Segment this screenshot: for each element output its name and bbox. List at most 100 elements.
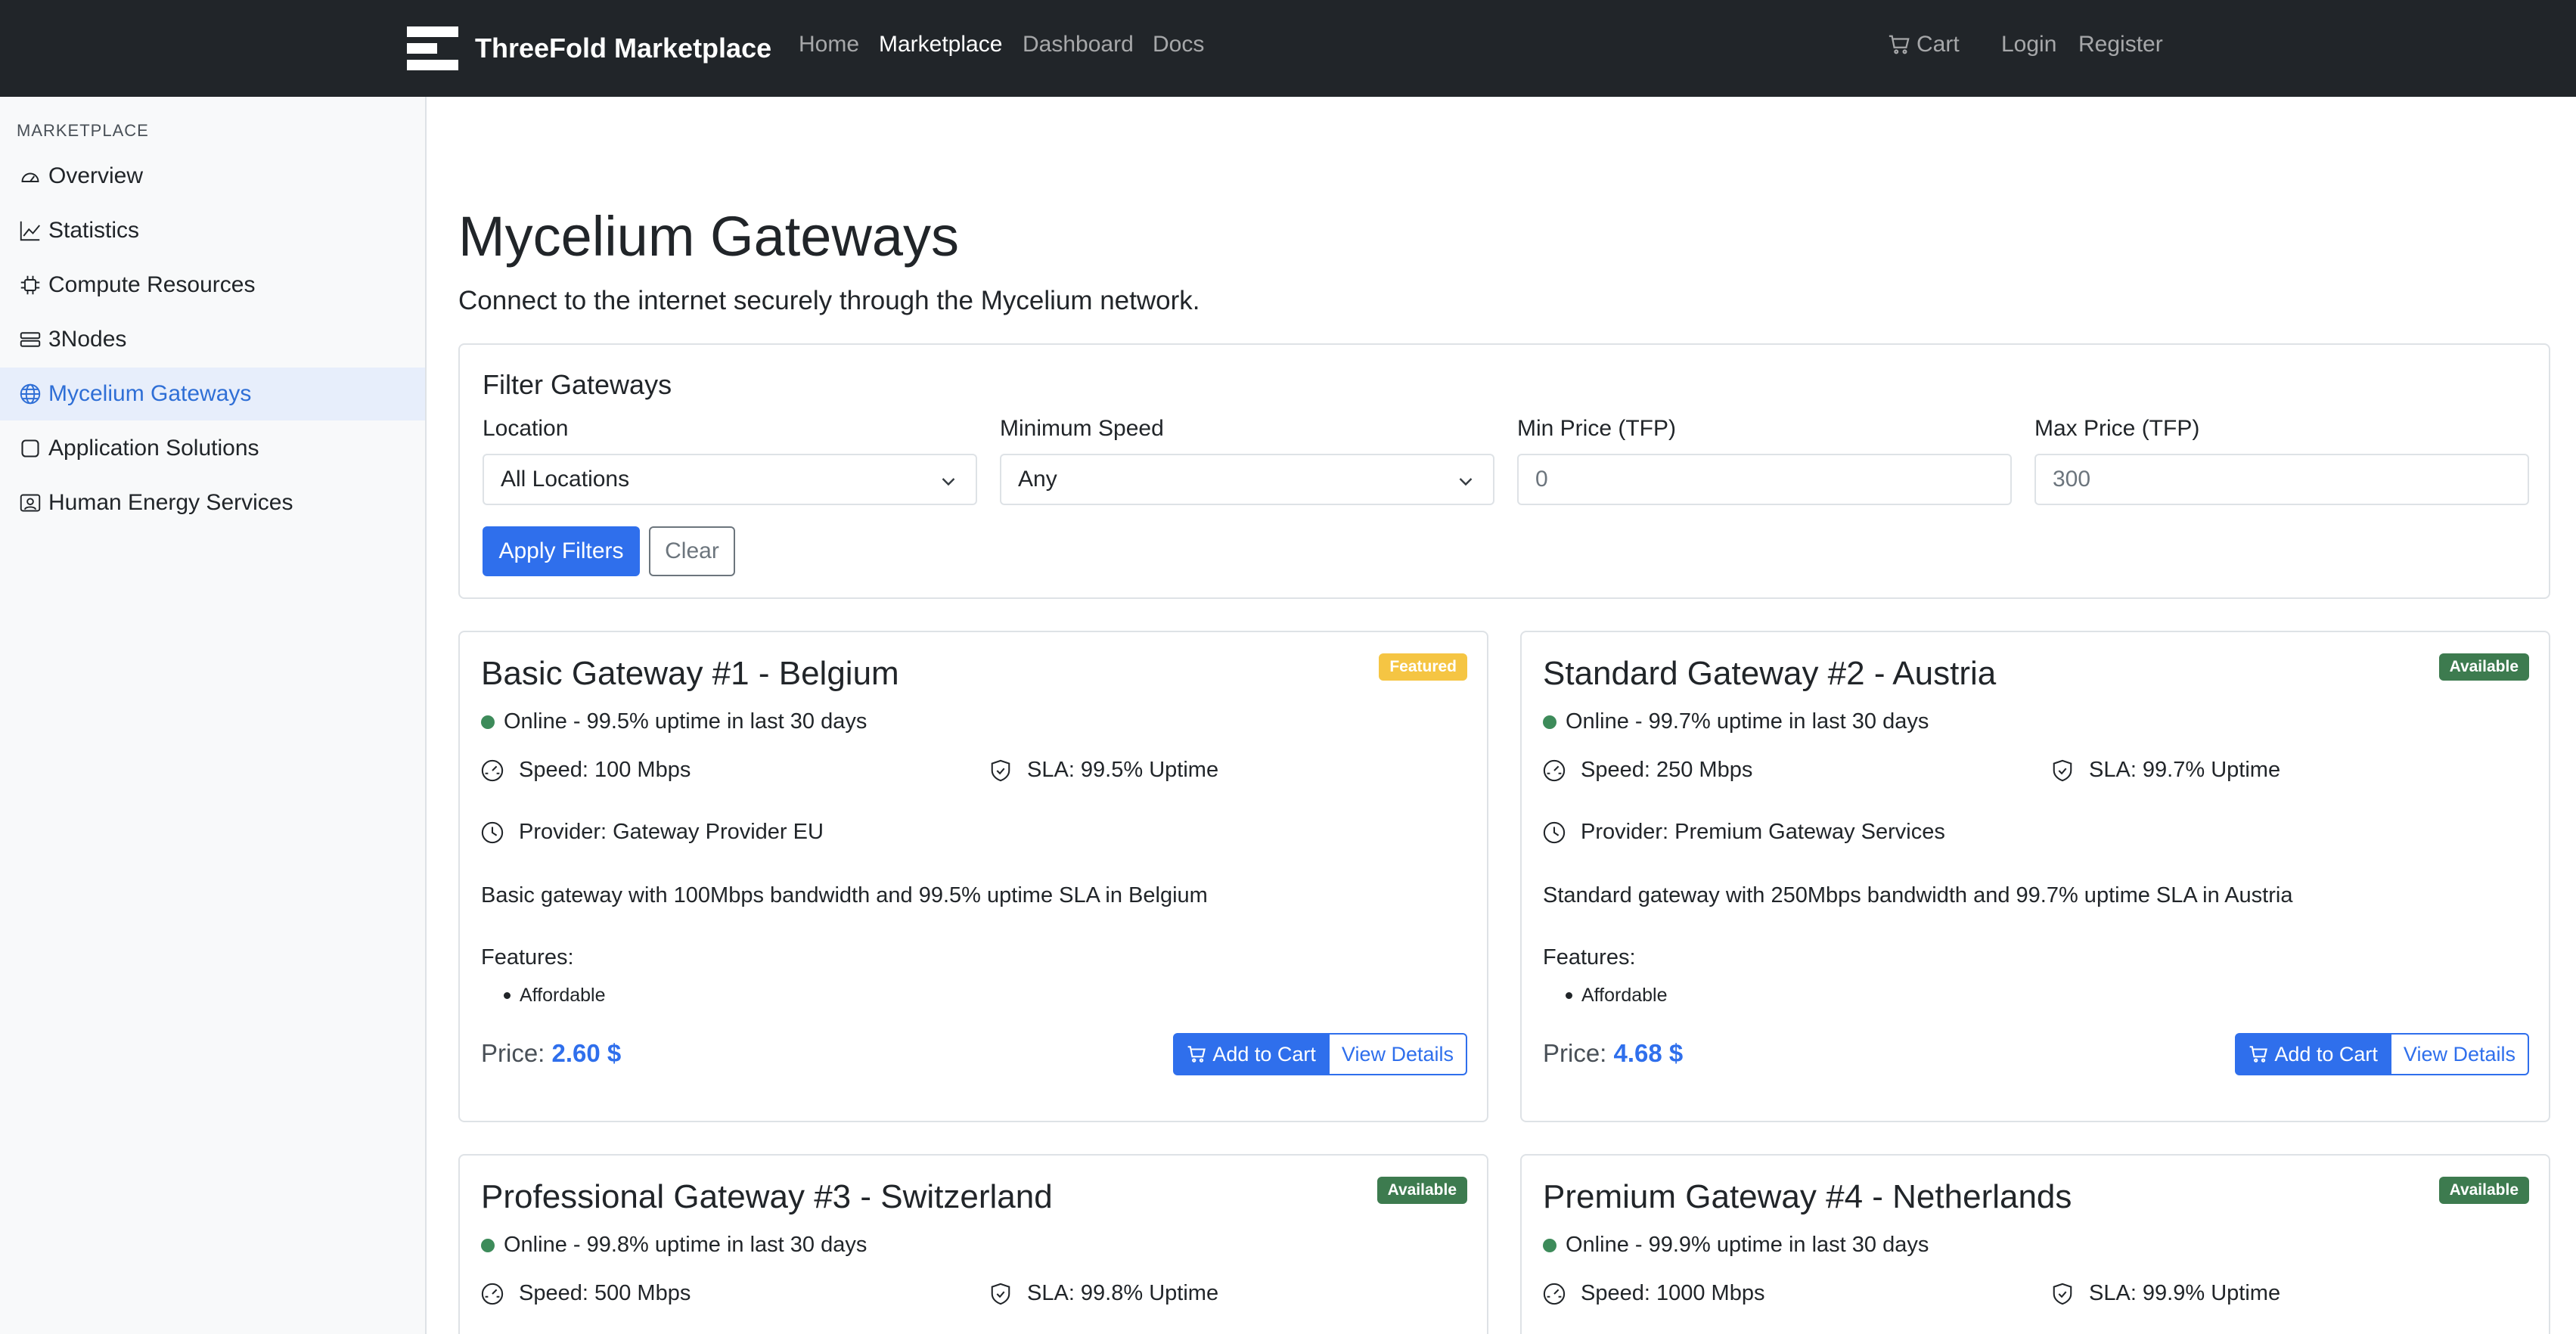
- sidebar-item-compute-resources[interactable]: Compute Resources: [0, 259, 425, 312]
- page-subtitle: Connect to the internet securely through…: [458, 286, 1200, 315]
- clock-icon: [1543, 821, 1566, 843]
- online-dot-icon: [1543, 1238, 1556, 1252]
- speedometer-icon: [481, 1283, 504, 1305]
- sidebar-item-label: Compute Resources: [48, 272, 256, 297]
- sidebar-item-label: Application Solutions: [48, 436, 259, 461]
- shield-check-icon: [991, 759, 1010, 781]
- gateway-speed: Speed: 500 Mbps: [481, 1281, 691, 1306]
- gateway-speed-text: Speed: 1000 Mbps: [1581, 1281, 1765, 1305]
- speedometer-icon: [481, 759, 504, 781]
- nav-docs-link[interactable]: Docs: [1153, 32, 1204, 57]
- gateway-status-text: Online - 99.8% uptime in last 30 days: [504, 1233, 867, 1257]
- min-price-input[interactable]: 0: [1517, 454, 2012, 505]
- card-actions: Add to Cart View Details: [1173, 1033, 1467, 1075]
- sidebar-item-3nodes[interactable]: 3Nodes: [0, 313, 425, 366]
- add-to-cart-label: Add to Cart: [1212, 1042, 1316, 1066]
- cpu-icon: [20, 275, 41, 296]
- gateway-speed: Speed: 1000 Mbps: [1543, 1281, 1764, 1306]
- location-select-value: All Locations: [501, 467, 630, 492]
- apply-filters-button[interactable]: Apply Filters: [483, 526, 640, 576]
- feature-item: Affordable: [504, 985, 606, 1007]
- gateway-sla-text: SLA: 99.7% Uptime: [2089, 758, 2281, 782]
- nav-home-link[interactable]: Home: [799, 32, 859, 57]
- view-details-button[interactable]: View Details: [2391, 1033, 2529, 1075]
- gateway-card: Premium Gateway #4 - Netherlands Availab…: [1520, 1154, 2550, 1334]
- shield-check-icon: [991, 1283, 1010, 1305]
- view-details-button[interactable]: View Details: [1329, 1033, 1467, 1075]
- gateway-status-text: Online - 99.7% uptime in last 30 days: [1566, 709, 1929, 734]
- max-price-input[interactable]: 300: [2034, 454, 2529, 505]
- price-label: Price:: [1543, 1039, 1607, 1067]
- sidebar: MARKETPLACE Overview Statistics Compute …: [0, 97, 427, 1334]
- gateway-price: Price: 2.60 $: [481, 1039, 621, 1068]
- gateway-sla-text: SLA: 99.5% Uptime: [1027, 758, 1219, 782]
- online-dot-icon: [1543, 715, 1556, 729]
- speedometer-icon: [20, 166, 41, 187]
- gateway-sla: SLA: 99.9% Uptime: [2051, 1281, 2280, 1306]
- status-badge: Available: [2438, 653, 2529, 681]
- gateway-speed-text: Speed: 500 Mbps: [519, 1281, 691, 1305]
- sidebar-item-statistics[interactable]: Statistics: [0, 204, 425, 257]
- page-title: Mycelium Gateways: [458, 205, 960, 268]
- gateway-card: Standard Gateway #2 - Austria Available …: [1520, 631, 2550, 1122]
- gateway-status: Online - 99.5% uptime in last 30 days: [481, 709, 867, 734]
- gateway-status: Online - 99.9% uptime in last 30 days: [1543, 1233, 1929, 1258]
- gateway-speed-text: Speed: 100 Mbps: [519, 758, 691, 782]
- sidebar-item-label: Overview: [48, 163, 144, 188]
- gateway-speed: Speed: 250 Mbps: [1543, 758, 1752, 783]
- person-badge-icon: [20, 492, 41, 513]
- min-speed-label: Minimum Speed: [1000, 416, 1164, 441]
- filter-title: Filter Gateways: [483, 369, 672, 400]
- nav-login-link[interactable]: Login: [2001, 32, 2056, 57]
- feature-text: Affordable: [520, 985, 606, 1006]
- status-badge: Featured: [1379, 653, 1467, 681]
- top-navbar: ThreeFold Marketplace Home Marketplace D…: [0, 0, 2576, 97]
- add-to-cart-button[interactable]: Add to Cart: [1173, 1033, 1330, 1075]
- gateway-card: Professional Gateway #3 - Switzerland Av…: [458, 1154, 1488, 1334]
- chevron-down-icon: [1459, 478, 1473, 486]
- add-to-cart-button[interactable]: Add to Cart: [2235, 1033, 2391, 1075]
- features-label: Features:: [481, 945, 574, 969]
- clear-filters-button[interactable]: Clear: [649, 526, 735, 576]
- price-label: Price:: [481, 1039, 545, 1067]
- gateway-description: Standard gateway with 250Mbps bandwidth …: [1543, 883, 2293, 907]
- sidebar-item-human-energy-services[interactable]: Human Energy Services: [0, 476, 425, 529]
- cart-icon: [1889, 35, 1910, 54]
- speedometer-icon: [1543, 759, 1566, 781]
- sidebar-item-overview[interactable]: Overview: [0, 150, 425, 203]
- app-icon: [20, 438, 41, 459]
- gateway-speed: Speed: 100 Mbps: [481, 758, 691, 783]
- sidebar-heading: MARKETPLACE: [17, 121, 149, 140]
- sidebar-item-mycelium-gateways[interactable]: Mycelium Gateways: [0, 368, 425, 420]
- nav-register-link[interactable]: Register: [2078, 32, 2163, 57]
- sidebar-item-label: 3Nodes: [48, 327, 127, 352]
- brand-link[interactable]: ThreeFold Marketplace: [407, 23, 771, 74]
- globe-icon: [20, 383, 41, 405]
- min-price-placeholder: 0: [1535, 467, 1548, 492]
- shield-check-icon: [2053, 759, 2072, 781]
- online-dot-icon: [481, 1238, 495, 1252]
- sidebar-item-application-solutions[interactable]: Application Solutions: [0, 422, 425, 475]
- gateway-sla-text: SLA: 99.9% Uptime: [2089, 1281, 2281, 1305]
- sidebar-item-label: Human Energy Services: [48, 490, 293, 515]
- min-speed-select[interactable]: Any: [1000, 454, 1494, 505]
- status-badge: Available: [2438, 1177, 2529, 1204]
- location-select[interactable]: All Locations: [483, 454, 977, 505]
- gateway-sla-text: SLA: 99.8% Uptime: [1027, 1281, 1219, 1305]
- gateway-card: Basic Gateway #1 - Belgium Featured Onli…: [458, 631, 1488, 1122]
- gateway-description: Basic gateway with 100Mbps bandwidth and…: [481, 883, 1208, 907]
- filter-card: Filter Gateways Location All Locations M…: [458, 343, 2550, 599]
- price-value: 4.68 $: [1613, 1039, 1684, 1067]
- gateway-title: Professional Gateway #3 - Switzerland: [481, 1178, 1053, 1215]
- gateway-sla: SLA: 99.5% Uptime: [989, 758, 1218, 783]
- nav-marketplace-link[interactable]: Marketplace: [879, 32, 1002, 57]
- gateway-status-text: Online - 99.5% uptime in last 30 days: [504, 709, 867, 734]
- gateway-status: Online - 99.7% uptime in last 30 days: [1543, 709, 1929, 734]
- shield-check-icon: [2053, 1283, 2072, 1305]
- speedometer-icon: [1543, 1283, 1566, 1305]
- price-value: 2.60 $: [551, 1039, 622, 1067]
- nav-dashboard-link[interactable]: Dashboard: [1023, 32, 1134, 57]
- max-price-placeholder: 300: [2053, 467, 2091, 492]
- clock-icon: [481, 821, 504, 843]
- nav-cart-link[interactable]: Cart: [1888, 32, 1960, 57]
